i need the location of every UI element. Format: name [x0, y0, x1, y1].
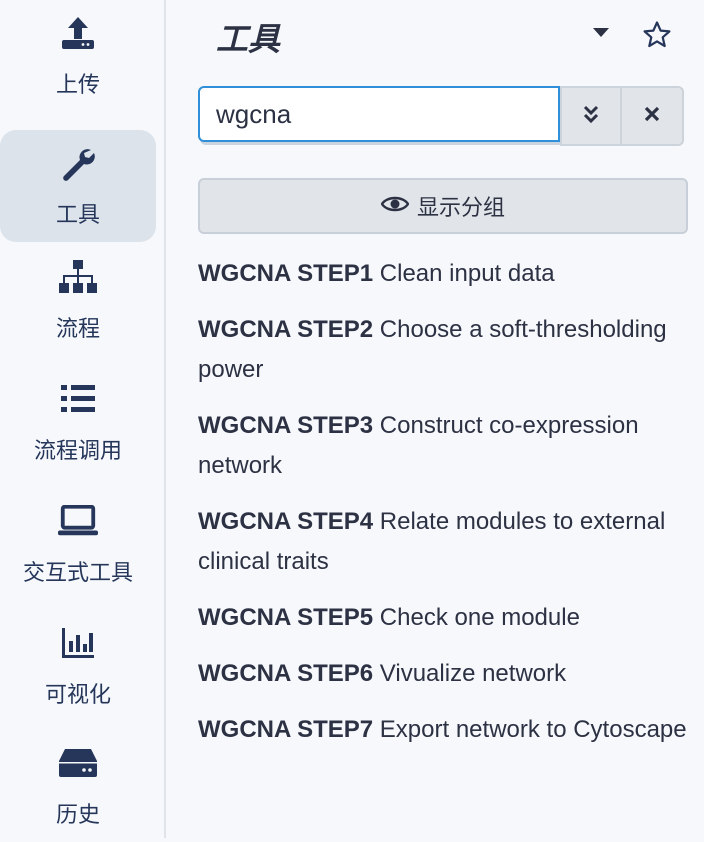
show-sections-label: 显示分组	[416, 196, 505, 221]
sitemap-icon	[58, 257, 98, 297]
caret-down-icon[interactable]	[593, 28, 609, 37]
tool-item[interactable]: WGCNA STEP3 Construct co-expression netw…	[198, 406, 698, 486]
star-icon[interactable]	[642, 20, 672, 50]
nav-workflow-invocations[interactable]: 流程调用	[0, 366, 156, 478]
tool-item[interactable]: WGCNA STEP2 Choose a soft-thresholding p…	[198, 310, 698, 390]
nav-label: 上传	[55, 73, 100, 98]
clear-search-button[interactable]	[622, 86, 684, 146]
tool-name: WGCNA STEP5	[198, 604, 374, 631]
advanced-search-button[interactable]	[560, 86, 622, 146]
tool-name: WGCNA STEP6	[198, 660, 374, 687]
tool-item[interactable]: WGCNA STEP1 Clean input data	[198, 254, 698, 294]
wrench-icon	[58, 143, 98, 183]
nav-label: 交互式工具	[22, 561, 133, 586]
tool-name: WGCNA STEP7	[198, 716, 374, 743]
tool-description: Vivualize network	[379, 660, 567, 687]
nav-workflows[interactable]: 流程	[0, 244, 156, 356]
show-sections-button[interactable]: 显示分组	[198, 178, 688, 234]
tool-name: WGCNA STEP3	[198, 412, 374, 439]
nav-upload[interactable]: 上传	[0, 0, 156, 112]
nav-label: 历史	[55, 803, 100, 828]
nav-interactive-tools[interactable]: 交互式工具	[0, 488, 156, 600]
nav-label: 可视化	[44, 683, 111, 708]
tool-description: Clean input data	[379, 260, 555, 287]
tool-panel: 工具 wgcna 显示分组 WGCNA STEP1 Clean input da…	[166, 0, 704, 838]
laptop-icon	[58, 501, 98, 541]
activity-bar: 上传 工具 流程 流程调用 交互式工具 可视化 历史	[0, 0, 166, 838]
nav-label: 流程调用	[33, 439, 122, 464]
tool-name: WGCNA STEP2	[198, 316, 374, 343]
tool-name: WGCNA STEP1	[198, 260, 374, 287]
tool-item[interactable]: WGCNA STEP4 Relate modules to external c…	[198, 502, 698, 582]
close-icon	[644, 106, 660, 127]
hdd-icon	[58, 743, 98, 783]
panel-title: 工具	[216, 20, 281, 58]
tool-name: WGCNA STEP4	[198, 508, 374, 535]
tool-item[interactable]: WGCNA STEP5 Check one module	[198, 598, 698, 638]
nav-label: 流程	[55, 317, 100, 342]
tool-list: WGCNA STEP1 Clean input data WGCNA STEP2…	[198, 254, 698, 766]
tool-item[interactable]: WGCNA STEP7 Export network to Cytoscape	[198, 710, 698, 750]
eye-icon	[380, 194, 410, 219]
tool-search	[198, 86, 688, 146]
tool-description: Export network to Cytoscape	[379, 716, 687, 743]
nav-label: 工具	[55, 203, 100, 228]
tool-item[interactable]: WGCNA STEP6 Vivualize network	[198, 654, 698, 694]
nav-tools[interactable]: 工具	[0, 130, 156, 242]
list-icon	[58, 379, 98, 419]
upload-icon	[58, 13, 98, 53]
chart-icon	[58, 623, 98, 663]
tool-description: Check one module	[379, 604, 580, 631]
double-chevron-down-icon	[583, 104, 599, 129]
nav-history[interactable]: 历史	[0, 730, 156, 842]
search-input[interactable]	[198, 86, 560, 142]
nav-visualize[interactable]: 可视化	[0, 610, 156, 722]
